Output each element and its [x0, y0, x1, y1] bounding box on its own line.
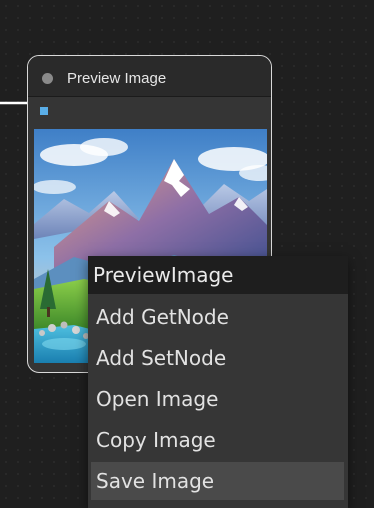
- context-menu: PreviewImage Add GetNode Add SetNode Ope…: [88, 256, 348, 508]
- menu-item-open-image[interactable]: Open Image: [91, 380, 344, 418]
- collapse-toggle-icon[interactable]: [42, 73, 53, 84]
- graph-canvas[interactable]: Preview Image PreviewImage Add GetNode A…: [0, 0, 374, 508]
- menu-item-copy-image[interactable]: Copy Image: [91, 421, 344, 459]
- context-menu-title: PreviewImage: [88, 256, 348, 294]
- menu-item-add-getnode[interactable]: Add GetNode: [91, 298, 344, 336]
- node-header[interactable]: Preview Image: [28, 56, 271, 97]
- menu-item-save-image[interactable]: Save Image: [91, 462, 344, 500]
- menu-item-add-setnode[interactable]: Add SetNode: [91, 339, 344, 377]
- images-input-slot[interactable]: [40, 107, 48, 115]
- node-title: Preview Image: [67, 70, 167, 87]
